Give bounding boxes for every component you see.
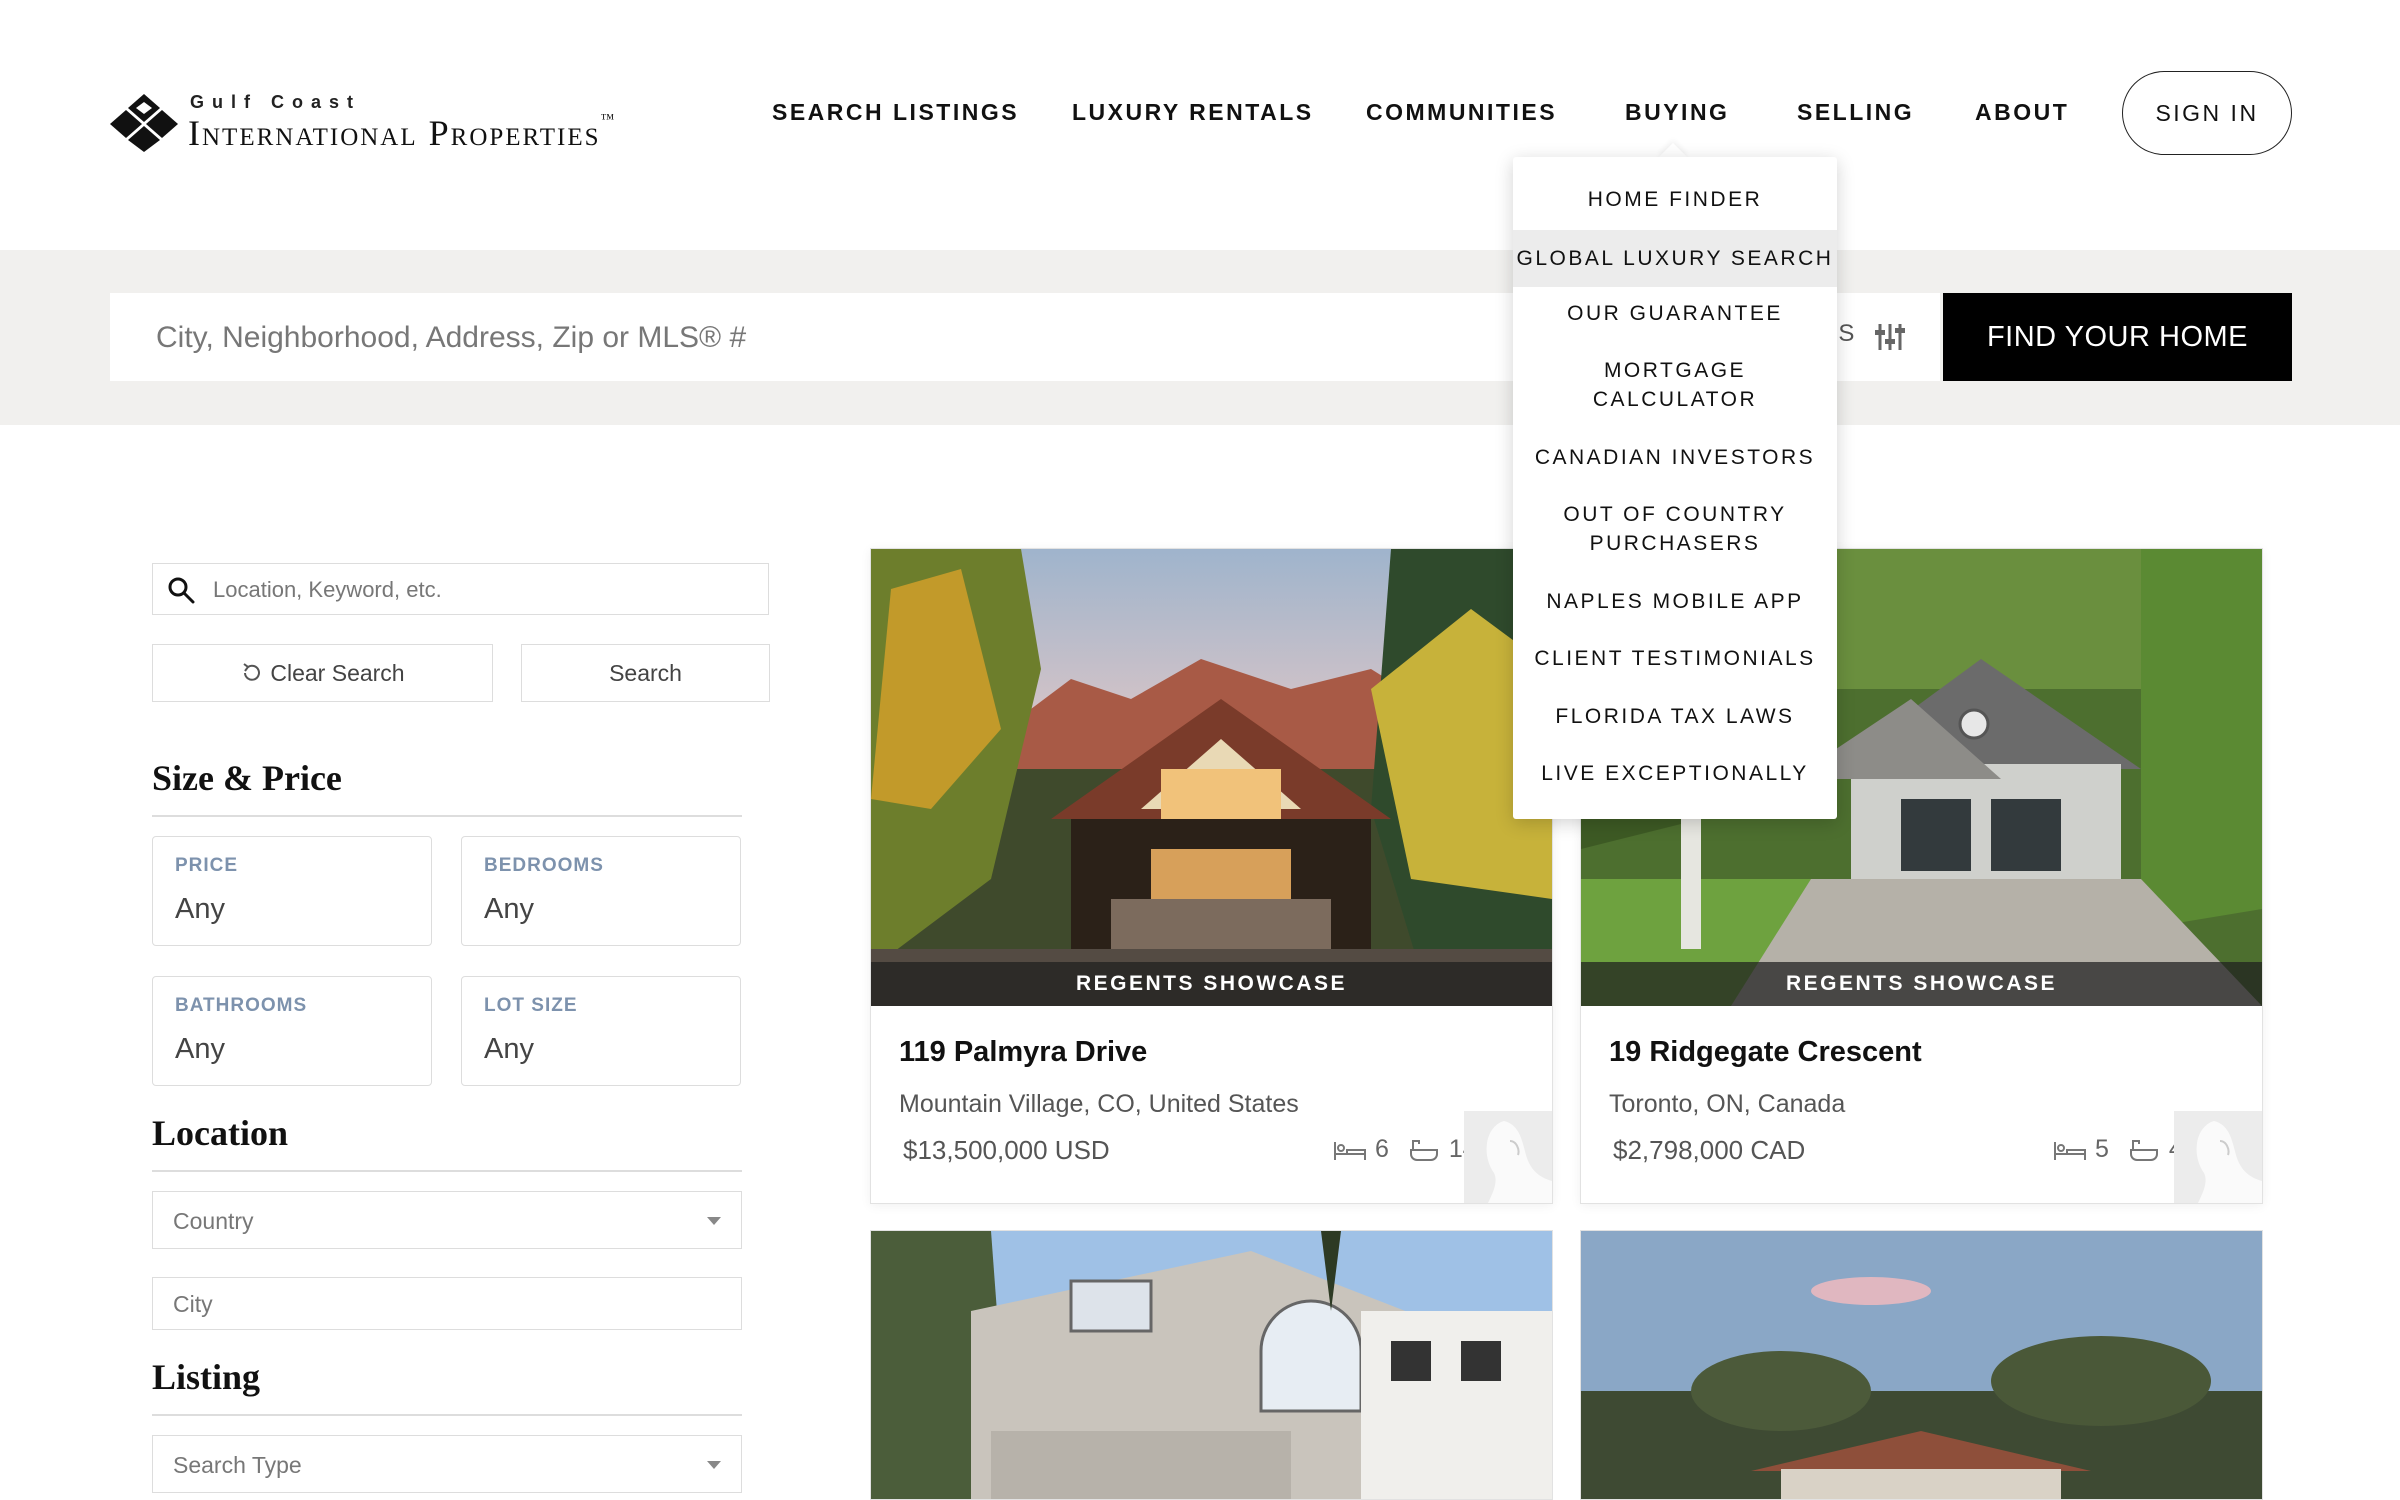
menu-item-our-guarantee[interactable]: OUR GUARANTEE (1513, 299, 1837, 328)
nav-luxury-rentals[interactable]: LUXURY RENTALS (1072, 92, 1314, 132)
city-input[interactable]: City (152, 1277, 742, 1330)
menu-item-home-finder[interactable]: HOME FINDER (1513, 185, 1837, 214)
divider (152, 815, 742, 817)
bath-icon (1409, 1139, 1438, 1161)
logo-diamond-icon (110, 94, 178, 152)
sidebar-search-input[interactable] (211, 564, 755, 616)
bed-count: 5 (2095, 1135, 2109, 1163)
listing-photo-graphic (1581, 1231, 2262, 1499)
nav-about[interactable]: ABOUT (1975, 92, 2069, 132)
lot-size-filter[interactable]: LOT SIZE Any (461, 976, 741, 1086)
location-heading: Location (152, 1113, 289, 1153)
search-type-placeholder: Search Type (173, 1452, 302, 1478)
city-input-placeholder: City (173, 1291, 213, 1317)
menu-item-canadian-investors[interactable]: CANADIAN INVESTORS (1513, 443, 1837, 472)
menu-item-naples-mobile-app[interactable]: NAPLES MOBILE APP (1513, 587, 1837, 616)
site-logo[interactable]: Gulf Coast International Properties™ (108, 88, 668, 158)
brand-emblem-icon (2174, 1111, 2262, 1203)
listing-stats: 5 4 (2053, 1135, 2183, 1164)
nav-selling-label: SELLING (1797, 98, 1915, 125)
listing-card[interactable] (870, 1230, 1553, 1500)
bed-icon (1334, 1141, 1366, 1160)
menu-item-mortgage-line1: MORTGAGE (1603, 359, 1747, 382)
menu-item-out-of-country-purchasers[interactable]: OUT OF COUNTRY PURCHASERS (1513, 500, 1837, 558)
menu-item-global-luxury-search[interactable]: GLOBAL LUXURY SEARCH (1513, 230, 1837, 287)
menu-item-mortgage-line2: CALCULATOR (1592, 388, 1758, 411)
nav-communities-label: COMMUNITIES (1366, 98, 1558, 125)
country-select-placeholder: Country (173, 1208, 254, 1234)
price-filter-label: PRICE (175, 855, 239, 876)
price-filter[interactable]: PRICE Any (152, 836, 432, 946)
bed-icon (2054, 1141, 2086, 1160)
sliders-icon[interactable] (1874, 322, 1906, 352)
chevron-down-icon (707, 1217, 721, 1225)
listing-heading: Listing (152, 1357, 261, 1397)
listing-price: $2,798,000 CAD (1613, 1135, 1806, 1165)
nav-buying[interactable]: BUYING (1625, 92, 1729, 132)
listing-card[interactable] (1580, 1230, 2263, 1500)
nav-search-listings[interactable]: SEARCH LISTINGS (772, 92, 1019, 132)
bedrooms-filter[interactable]: BEDROOMS Any (461, 836, 741, 946)
bathrooms-filter-value: Any (175, 1033, 225, 1065)
sidebar-search-button[interactable]: Search (521, 644, 770, 702)
listing-title[interactable]: 119 Palmyra Drive (899, 1036, 1147, 1069)
clear-search-button[interactable]: Clear Search (152, 644, 493, 702)
bedrooms-filter-label: BEDROOMS (484, 855, 604, 876)
listing-photo-graphic (871, 1231, 1552, 1499)
listing-photo[interactable]: REGENTS SHOWCASE (871, 549, 1552, 1006)
menu-item-out-of-country-line1: OUT OF COUNTRY (1563, 503, 1787, 526)
nav-about-label: ABOUT (1975, 98, 2070, 125)
lot-size-filter-label: LOT SIZE (484, 995, 578, 1016)
listing-location: Toronto, ON, Canada (1609, 1090, 1846, 1118)
chevron-down-icon (707, 1461, 721, 1469)
search-type-select[interactable]: Search Type (152, 1435, 742, 1493)
nav-search-listings-label: SEARCH LISTINGS (772, 98, 1020, 125)
search-icon (168, 577, 195, 604)
size-price-heading: Size & Price (152, 758, 342, 798)
lot-size-filter-value: Any (484, 1033, 534, 1065)
logo-main-text: International Properties™ (188, 112, 616, 154)
menu-item-live-exceptionally[interactable]: LIVE EXCEPTIONALLY (1513, 759, 1837, 788)
listing-ribbon: REGENTS SHOWCASE (871, 962, 1552, 1006)
bed-count: 6 (1375, 1135, 1389, 1163)
site-header: Gulf Coast International Properties™ SEA… (0, 0, 2400, 250)
sidebar-search-box (152, 563, 769, 616)
listing-card[interactable]: REGENTS SHOWCASE 119 Palmyra Drive Mount… (870, 548, 1553, 1204)
main-search-input[interactable] (154, 293, 1558, 383)
menu-item-out-of-country-line2: PURCHASERS (1589, 532, 1761, 555)
reset-icon (243, 663, 261, 681)
nav-buying-label: BUYING (1625, 98, 1730, 125)
divider (152, 1414, 742, 1416)
sign-in-button[interactable]: SIGN IN (2122, 71, 2292, 155)
logo-main-label: International Properties (188, 113, 601, 153)
country-select[interactable]: Country (152, 1191, 742, 1249)
nav-communities[interactable]: COMMUNITIES (1366, 92, 1557, 132)
logo-top-text: Gulf Coast (190, 92, 362, 112)
nav-luxury-rentals-label: LUXURY RENTALS (1072, 98, 1314, 125)
logo-trademark: ™ (600, 112, 617, 127)
bedrooms-filter-value: Any (484, 893, 534, 925)
find-your-home-button[interactable]: FIND YOUR HOME (1943, 293, 2292, 381)
menu-item-mortgage-calculator[interactable]: MORTGAGE CALCULATOR (1513, 356, 1837, 414)
listing-title[interactable]: 19 Ridgegate Crescent (1609, 1036, 1922, 1069)
nav-selling[interactable]: SELLING (1797, 92, 1914, 132)
listing-price: $13,500,000 USD (903, 1135, 1110, 1165)
brand-emblem-icon (1464, 1111, 1552, 1203)
buying-dropdown-menu: HOME FINDER GLOBAL LUXURY SEARCH OUR GUA… (1513, 157, 1837, 819)
bathrooms-filter[interactable]: BATHROOMS Any (152, 976, 432, 1086)
bath-icon (2129, 1139, 2158, 1161)
listing-ribbon: REGENTS SHOWCASE (1581, 962, 2262, 1006)
menu-item-florida-tax-laws[interactable]: FLORIDA TAX LAWS (1513, 702, 1837, 731)
listing-location: Mountain Village, CO, United States (899, 1090, 1299, 1118)
listing-photo-graphic (871, 549, 1552, 1006)
listing-stats: 6 14 (1333, 1135, 1477, 1164)
menu-item-client-testimonials[interactable]: CLIENT TESTIMONIALS (1513, 644, 1837, 673)
clear-search-label: Clear Search (270, 659, 405, 686)
bathrooms-filter-label: BATHROOMS (175, 995, 308, 1016)
divider (152, 1170, 742, 1172)
price-filter-value: Any (175, 893, 225, 925)
